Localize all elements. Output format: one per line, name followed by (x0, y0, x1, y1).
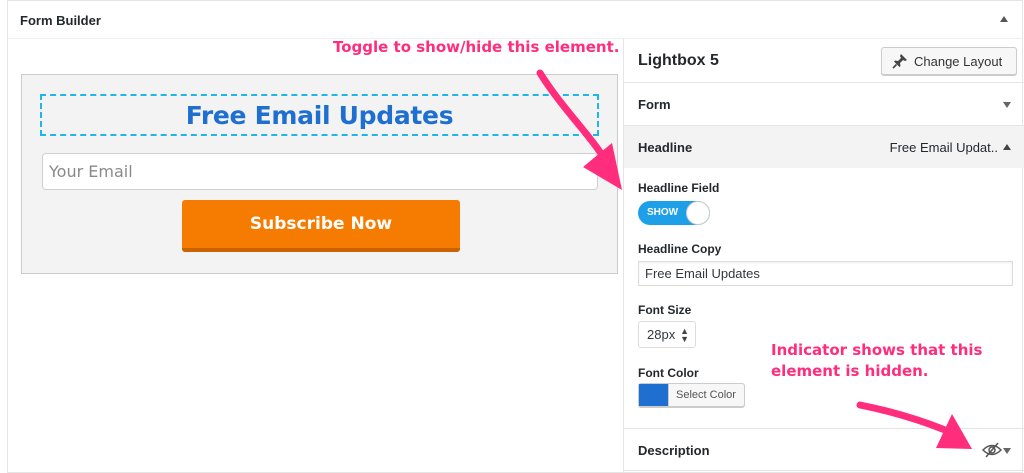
chevron-up-icon (1003, 144, 1011, 150)
form-builder-panel: Form Builder Free Email Updates Subscrib… (7, 0, 1024, 473)
headline-copy-input[interactable] (638, 261, 1013, 286)
chevron-down-icon (1003, 448, 1011, 454)
toggle-knob (686, 201, 710, 225)
preview-headline: Free Email Updates (185, 101, 454, 130)
hidden-annotation-line-2: element is hidden. (771, 362, 929, 380)
panel-title: Form Builder (20, 13, 101, 28)
section-form-label: Form (638, 97, 671, 112)
headline-field-label: Headline Field (638, 181, 720, 195)
settings-sidebar: Lightbox 5 Change Layout Form Headline F… (623, 39, 1024, 473)
change-layout-label: Change Layout (914, 53, 1003, 69)
select-color-label: Select Color (676, 389, 736, 401)
font-size-select[interactable]: 28px ▲ ▼ (638, 321, 696, 348)
section-form[interactable]: Form (624, 82, 1024, 125)
font-size-value: 28px (647, 327, 676, 342)
headline-element[interactable]: Free Email Updates (40, 94, 599, 136)
font-color-picker[interactable]: Select Color (638, 383, 745, 407)
change-layout-button[interactable]: Change Layout (881, 47, 1017, 75)
hidden-annotation-line-1: Indicator shows that this (771, 341, 983, 359)
collapse-arrow-icon[interactable] (1000, 16, 1008, 22)
form-preview: Free Email Updates Subscribe Now (21, 74, 618, 274)
font-color-label: Font Color (638, 366, 699, 380)
chevron-down-icon (1003, 102, 1011, 108)
section-headline-label: Headline (638, 140, 693, 155)
subscribe-button[interactable]: Subscribe Now (182, 200, 460, 252)
hidden-indicator-annotation: Indicator shows that this element is hid… (771, 340, 982, 382)
email-field[interactable] (42, 153, 598, 190)
lightbox-title: Lightbox 5 (638, 52, 719, 69)
section-headline[interactable]: Headline Free Email Updat.. (624, 125, 1024, 168)
section-description-label: Description (638, 443, 710, 458)
font-size-label: Font Size (638, 303, 692, 317)
select-arrows-icon: ▲ ▼ (680, 326, 689, 344)
headline-copy-label: Headline Copy (638, 242, 722, 256)
headline-summary: Free Email Updat.. (889, 140, 998, 155)
headline-visibility-toggle[interactable]: SHOW (638, 201, 710, 225)
toggle-annotation: Toggle to show/hide this element. (333, 38, 620, 56)
pushpin-icon (892, 53, 908, 69)
section-description[interactable]: Description (624, 428, 1024, 471)
panel-header: Form Builder (8, 1, 1022, 39)
eye-slash-icon (981, 442, 1003, 463)
toggle-state-text: SHOW (647, 207, 679, 218)
color-swatch (639, 384, 669, 406)
